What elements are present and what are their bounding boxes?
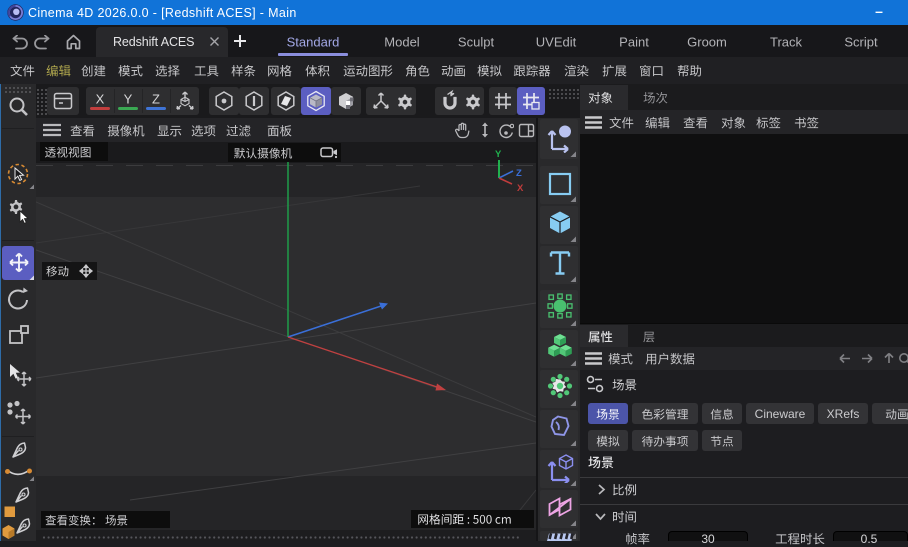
svg-text:Z: Z	[516, 168, 522, 179]
svg-text:X: X	[517, 183, 524, 194]
svg-text:Y: Y	[495, 149, 502, 160]
